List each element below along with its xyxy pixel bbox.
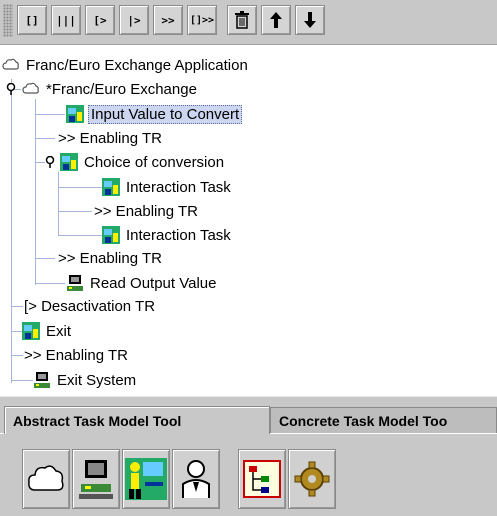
tree-item-read-output-value[interactable]: Read Output Value: [66, 272, 218, 294]
tree-item-label: Interaction Task: [126, 178, 231, 196]
tab-concrete-task-model[interactable]: Concrete Task Model Too: [270, 407, 497, 433]
move-up-button[interactable]: [261, 5, 291, 35]
tree-item-label: [> Desactivation TR: [24, 297, 156, 315]
user-task-button[interactable]: [172, 449, 220, 509]
interaction-task-icon: [102, 226, 120, 244]
toolbar: [] ||| [> |> >> []>>: [0, 0, 497, 45]
arrow-down-icon: [304, 12, 316, 28]
application-task-icon: [67, 275, 83, 291]
interaction-task-icon: [102, 178, 120, 196]
tree-item-label: *Franc/Euro Exchange: [46, 80, 197, 98]
interaction-task-icon: [66, 105, 84, 123]
tree-item-enabling-tr[interactable]: >> Enabling TR: [92, 200, 200, 222]
task-tree[interactable]: Franc/Euro Exchange Application *Franc/E…: [0, 46, 497, 394]
tree-view-button[interactable]: [238, 449, 286, 509]
toolbar-grip[interactable]: [3, 4, 13, 37]
tree-root-label: Franc/Euro Exchange Application: [26, 56, 248, 74]
tab-abstract-task-model[interactable]: Abstract Task Model Tool: [4, 406, 270, 434]
tree-item-label: Input Value to Convert: [88, 104, 243, 124]
suspend-resume-operator-button[interactable]: |>: [119, 5, 149, 35]
interaction-task-icon: [125, 458, 167, 500]
application-task-button[interactable]: [72, 449, 120, 509]
application-task-icon: [34, 372, 50, 388]
abstract-task-button[interactable]: [22, 449, 70, 509]
expand-knob-icon[interactable]: [5, 83, 17, 95]
enabling-operator-button[interactable]: >>: [153, 5, 183, 35]
disabling-operator-button[interactable]: [>: [85, 5, 115, 35]
tool-tab-panel: Abstract Task Model Tool Concrete Task M…: [0, 396, 497, 516]
tree-item-label: Choice of conversion: [84, 153, 225, 171]
tree-item-label: >> Enabling TR: [94, 202, 198, 220]
abstract-task-icon: [28, 465, 64, 491]
settings-button[interactable]: [288, 449, 336, 509]
tree-item-exit[interactable]: Exit: [22, 320, 73, 342]
tree-item-label: >> Enabling TR: [58, 129, 162, 147]
tree-item-label: Interaction Task: [126, 226, 231, 244]
tree-item-label: >> Enabling TR: [24, 346, 128, 364]
tree-item-label: >> Enabling TR: [58, 249, 162, 267]
tree-item-exit-system[interactable]: Exit System: [33, 369, 138, 391]
application-task-icon: [79, 460, 113, 499]
interaction-task-button[interactable]: [122, 449, 170, 509]
tree-item-enabling-tr[interactable]: >> Enabling TR: [22, 344, 130, 366]
choice-operator-button[interactable]: []: [17, 5, 47, 35]
user-task-icon: [182, 460, 210, 498]
tree-item-choice-of-conversion[interactable]: Choice of conversion: [60, 151, 226, 173]
tree-view-icon: [243, 460, 281, 498]
tree-item-input-value[interactable]: Input Value to Convert: [66, 103, 243, 125]
tree-item-enabling-tr[interactable]: >> Enabling TR: [56, 127, 164, 149]
gear-icon: [294, 461, 330, 497]
tree-item-label: Read Output Value: [90, 274, 217, 292]
cloud-icon: [2, 58, 19, 70]
tree-item-label: Exit System: [57, 371, 137, 389]
arrow-up-icon: [270, 12, 282, 28]
tree-item-franc-euro-exchange[interactable]: *Franc/Euro Exchange: [22, 78, 199, 100]
concurrency-operator-button[interactable]: |||: [51, 5, 81, 35]
trash-icon: [235, 11, 249, 29]
expand-knob-icon[interactable]: [44, 156, 56, 168]
tree-item-interaction-task[interactable]: Interaction Task: [102, 176, 233, 198]
tree-item-enabling-tr[interactable]: >> Enabling TR: [56, 247, 164, 269]
interaction-task-icon: [22, 322, 40, 340]
enabling-info-operator-button[interactable]: []>>: [187, 5, 217, 35]
delete-button[interactable]: [227, 5, 257, 35]
move-down-button[interactable]: [295, 5, 325, 35]
tree-item-label: Exit: [46, 322, 72, 340]
interaction-task-icon: [60, 153, 78, 171]
tree-root[interactable]: Franc/Euro Exchange Application: [2, 54, 250, 76]
tree-item-desactivation-tr[interactable]: [> Desactivation TR: [22, 295, 157, 317]
cloud-icon: [22, 82, 39, 94]
tree-item-interaction-task[interactable]: Interaction Task: [102, 224, 233, 246]
